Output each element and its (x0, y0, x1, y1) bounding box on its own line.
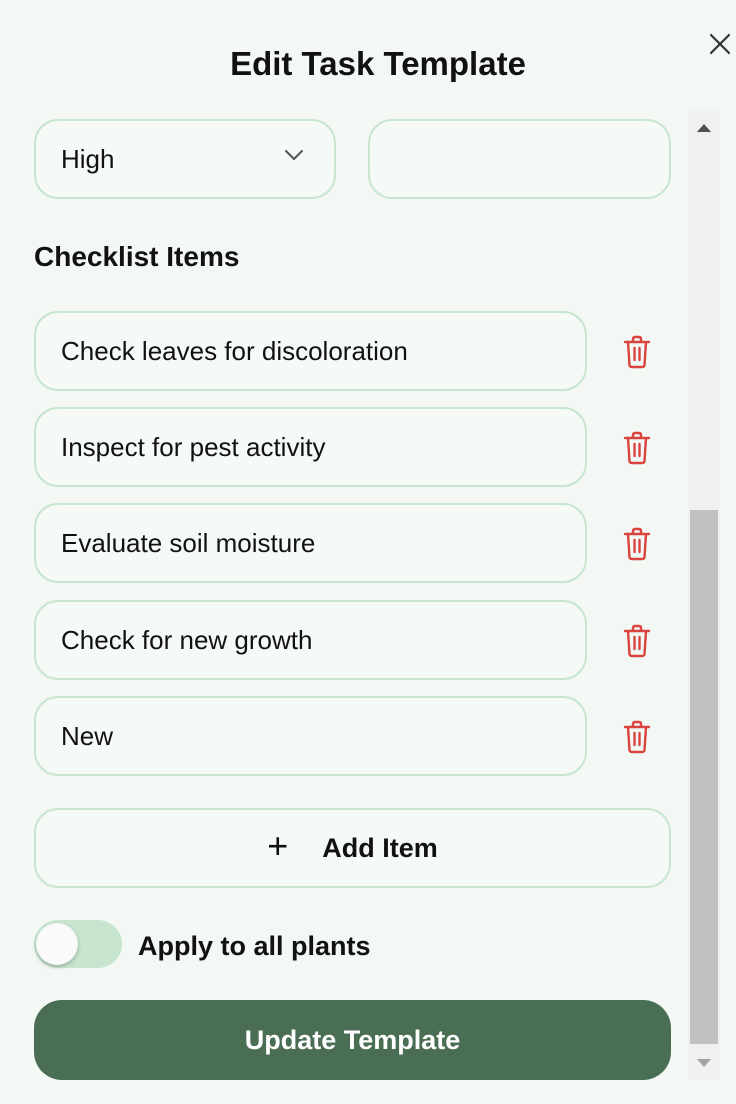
scroll-down-button[interactable] (688, 1046, 720, 1080)
delete-item-button[interactable] (622, 527, 652, 561)
secondary-input[interactable] (368, 119, 671, 199)
trash-icon (623, 720, 651, 754)
plus-icon: + (267, 825, 289, 866)
apply-all-label: Apply to all plants (138, 931, 371, 961)
triangle-up-icon (697, 124, 711, 132)
toggle-knob (36, 923, 78, 965)
priority-select[interactable]: High (34, 119, 336, 199)
triangle-down-icon (697, 1059, 711, 1067)
checklist-item-input[interactable]: Check leaves for discoloration (34, 311, 587, 391)
checklist-item-input[interactable]: Inspect for pest activity (34, 407, 587, 487)
scroll-thumb[interactable] (690, 510, 718, 1044)
checklist-item-text: New (61, 720, 114, 751)
apply-all-toggle[interactable] (34, 920, 122, 968)
checklist-item-input[interactable]: Evaluate soil moisture (34, 503, 587, 583)
close-button[interactable] (702, 26, 736, 62)
trash-icon (623, 335, 651, 369)
checklist-item-text: Evaluate soil moisture (61, 527, 316, 558)
checklist-item-input[interactable]: Check for new growth (34, 600, 587, 680)
delete-item-button[interactable] (622, 720, 652, 754)
scroll-up-button[interactable] (688, 111, 720, 145)
checklist-item-text: Check leaves for discoloration (61, 335, 408, 366)
checklist-heading: Checklist Items (34, 241, 240, 272)
checklist-item-input[interactable]: New (34, 696, 587, 776)
delete-item-button[interactable] (622, 624, 652, 658)
update-template-label: Update Template (244, 1024, 461, 1055)
dialog-title: Edit Task Template (230, 45, 526, 82)
checklist-item-text: Inspect for pest activity (61, 431, 326, 462)
update-template-button[interactable]: Update Template (34, 1000, 671, 1080)
edit-template-dialog: Edit Task Template High Checklist Items … (0, 0, 736, 1104)
scrollbar[interactable] (688, 111, 720, 1080)
delete-item-button[interactable] (622, 431, 652, 465)
add-item-label: Add Item (322, 832, 438, 863)
chevron-down-icon (285, 150, 303, 160)
priority-value: High (61, 143, 115, 174)
checklist-item-text: Check for new growth (61, 624, 313, 655)
delete-item-button[interactable] (622, 335, 652, 369)
close-icon (709, 33, 731, 55)
trash-icon (623, 624, 651, 658)
add-item-button[interactable]: + Add Item (34, 808, 671, 888)
trash-icon (623, 431, 651, 465)
trash-icon (623, 527, 651, 561)
